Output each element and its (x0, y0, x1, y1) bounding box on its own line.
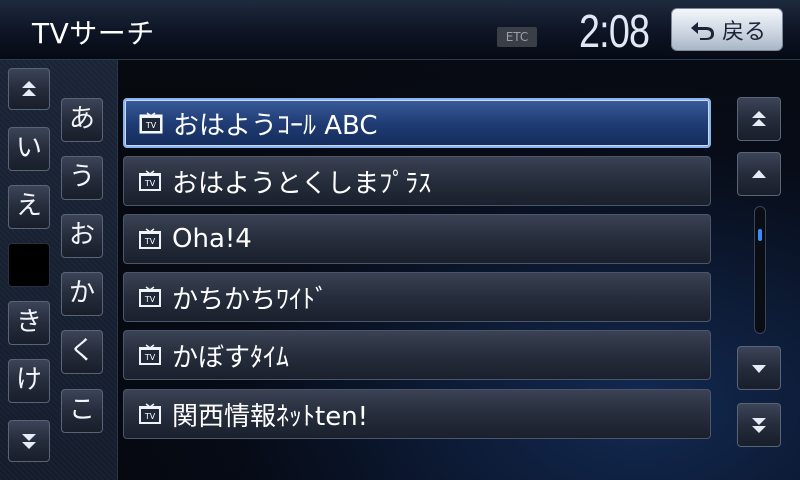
tv-icon: TV (139, 228, 161, 249)
etc-status-badge: ETC (497, 27, 537, 47)
program-list-item[interactable]: TV おはようとくしまﾌﾟﾗｽ (123, 156, 711, 206)
header-bar: TVサーチ ETC 2:08 戻る (0, 0, 800, 60)
tv-icon: TV (139, 112, 163, 134)
kana-page-down-button[interactable] (8, 420, 50, 462)
list-scrollbar[interactable] (754, 206, 766, 334)
program-list-item[interactable]: TV おはようｺｰﾙ ABC (123, 98, 711, 148)
kana-key-ka[interactable]: か (61, 272, 103, 316)
kana-key-o[interactable]: お (61, 214, 103, 258)
tv-icon: TV (139, 286, 161, 307)
page-title: TVサーチ (32, 17, 155, 50)
program-list-item[interactable]: TV かちかちﾜｲﾄﾞ (123, 272, 711, 322)
program-name: かちかちﾜｲﾄﾞ (172, 284, 329, 315)
program-name: Oha!4 (172, 224, 252, 254)
tv-icon: TV (139, 344, 161, 365)
tv-icon: TV (139, 170, 161, 191)
program-name: おはようとくしまﾌﾟﾗｽ (172, 168, 432, 199)
kana-key-blank (8, 243, 50, 287)
kana-key-e[interactable]: え (8, 185, 50, 229)
svg-text:TV: TV (144, 179, 156, 188)
tv-search-screen: TVサーチ ETC 2:08 戻る い え き け あ う お か く こ TV… (0, 0, 800, 480)
tv-icon: TV (139, 403, 161, 424)
svg-text:TV: TV (144, 353, 156, 362)
svg-text:TV: TV (144, 237, 156, 246)
program-list-item[interactable]: TV かぼすﾀｲﾑ (123, 330, 711, 380)
kana-key-a[interactable]: あ (61, 98, 103, 142)
program-list-item[interactable]: TV 関西情報ﾈｯﾄten! (123, 389, 711, 439)
svg-text:TV: TV (144, 295, 156, 304)
double-down-arrow-icon (22, 434, 36, 449)
kana-key-ki[interactable]: き (8, 301, 50, 345)
list-page-down-button[interactable] (737, 403, 781, 447)
back-button-label: 戻る (721, 19, 766, 45)
return-arrow-icon (690, 21, 714, 40)
double-up-arrow-icon (752, 111, 766, 126)
double-up-arrow-icon (22, 81, 36, 96)
kana-key-u[interactable]: う (61, 156, 103, 200)
svg-text:TV: TV (145, 121, 157, 130)
clock: 2:08 (579, 5, 650, 57)
program-name: かぼすﾀｲﾑ (172, 342, 290, 373)
kana-key-ko[interactable]: こ (61, 389, 103, 433)
kana-page-up-button[interactable] (8, 68, 50, 110)
kana-key-ke[interactable]: け (8, 359, 50, 403)
svg-text:TV: TV (144, 412, 156, 421)
double-down-arrow-icon (752, 418, 766, 433)
list-page-up-button[interactable] (737, 97, 781, 141)
back-button[interactable]: 戻る (671, 8, 783, 51)
down-arrow-icon (752, 365, 766, 373)
list-scroll-down-button[interactable] (737, 346, 781, 390)
list-scrollbar-thumb[interactable] (758, 229, 762, 241)
list-scroll-up-button[interactable] (737, 152, 781, 196)
program-list-item[interactable]: TV Oha!4 (123, 214, 711, 264)
kana-key-i[interactable]: い (8, 127, 50, 171)
kana-key-ku[interactable]: く (61, 330, 103, 374)
program-name: 関西情報ﾈｯﾄten! (172, 401, 369, 432)
up-arrow-icon (752, 170, 766, 178)
program-name: おはようｺｰﾙ ABC (173, 110, 378, 141)
